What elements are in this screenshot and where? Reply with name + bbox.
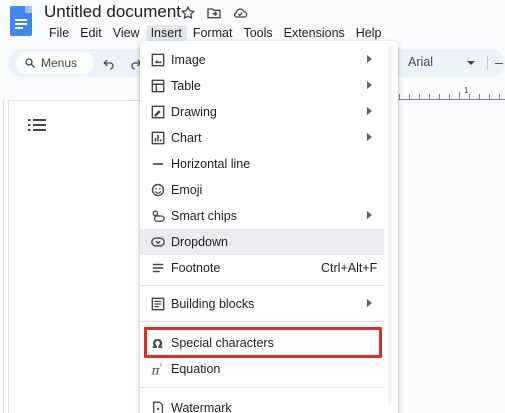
- menu-item-footnote[interactable]: Footnote Ctrl+Alt+F: [140, 255, 384, 281]
- menu-tools[interactable]: Tools: [238, 25, 277, 41]
- search-icon: [25, 58, 35, 68]
- menu-item-table[interactable]: Table: [140, 73, 384, 99]
- vertical-ruler: [0, 100, 4, 413]
- menu-edit[interactable]: Edit: [75, 25, 107, 41]
- chevron-down-icon[interactable]: [466, 59, 476, 67]
- ruler-number: 1: [464, 86, 469, 95]
- menu-item-smart-chips[interactable]: Smart chips: [140, 203, 384, 229]
- document-outline-icon[interactable]: [28, 118, 46, 132]
- horizontal-ruler: 1: [395, 86, 505, 100]
- menu-insert[interactable]: Insert: [145, 25, 187, 41]
- watermark-icon: [152, 401, 164, 413]
- annotation-highlight-box: [144, 327, 382, 358]
- star-icon[interactable]: [180, 5, 196, 21]
- menu-divider: [140, 321, 384, 322]
- menus-search-button[interactable]: Menus: [16, 52, 94, 74]
- undo-icon[interactable]: [102, 56, 116, 70]
- footnote-shortcut: Ctrl+Alt+F: [321, 261, 378, 275]
- toolbar-divider: [487, 56, 488, 70]
- chevron-right-icon: [367, 299, 372, 307]
- cloud-status-icon[interactable]: [232, 5, 248, 21]
- menu-format[interactable]: Format: [188, 25, 238, 41]
- chart-icon: [151, 131, 165, 145]
- horizontal-line-icon: [152, 163, 164, 165]
- chevron-right-icon: [367, 55, 372, 63]
- document-title[interactable]: Untitled document: [44, 2, 181, 22]
- emoji-icon: [151, 183, 165, 197]
- folder-move-icon[interactable]: [206, 5, 222, 21]
- chevron-right-icon: [367, 133, 372, 141]
- menus-search-label: Menus: [41, 56, 78, 70]
- menu-item-building-blocks[interactable]: Building blocks: [140, 291, 384, 317]
- dropdown-icon: [151, 237, 165, 247]
- smart-chips-icon: [152, 210, 165, 222]
- drawing-icon: [151, 105, 165, 119]
- menu-item-drawing[interactable]: Drawing: [140, 99, 384, 125]
- menu-item-equation[interactable]: π² Equation: [140, 356, 384, 382]
- font-selector[interactable]: Arial: [408, 55, 433, 69]
- google-docs-window: Untitled document File Edit View Insert …: [0, 0, 505, 413]
- menu-extensions[interactable]: Extensions: [279, 25, 350, 41]
- menu-item-horizontal-line[interactable]: Horizontal line: [140, 151, 384, 177]
- menu-scrollbar[interactable]: [387, 45, 393, 413]
- docs-logo-icon[interactable]: [10, 6, 32, 36]
- menu-item-chart[interactable]: Chart: [140, 125, 384, 151]
- title-icons: [180, 5, 248, 21]
- menu-item-image[interactable]: Image: [140, 47, 384, 73]
- menu-help[interactable]: Help: [351, 25, 387, 41]
- menu-view[interactable]: View: [108, 25, 145, 41]
- chevron-right-icon: [367, 211, 372, 219]
- chevron-right-icon: [367, 81, 372, 89]
- menu-item-dropdown[interactable]: Dropdown: [140, 229, 384, 255]
- building-blocks-icon: [151, 297, 165, 311]
- menu-bar: File Edit View Insert Format Tools Exten…: [44, 25, 388, 41]
- menu-divider: [140, 285, 384, 286]
- footnote-icon: [152, 263, 164, 273]
- pi-icon: π²: [151, 363, 163, 376]
- menu-file[interactable]: File: [44, 25, 74, 41]
- chevron-right-icon: [367, 107, 372, 115]
- menu-divider: [140, 387, 384, 388]
- menu-item-watermark[interactable]: Watermark: [140, 395, 384, 413]
- menu-item-emoji[interactable]: Emoji: [140, 177, 384, 203]
- decrease-font-size-button[interactable]: –: [495, 54, 503, 70]
- svg-text:²: ²: [160, 363, 163, 370]
- table-icon: [151, 79, 165, 93]
- image-icon: [151, 53, 165, 67]
